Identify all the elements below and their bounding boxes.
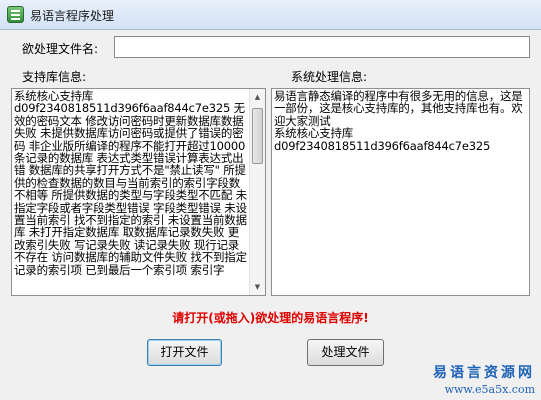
status-message: 请打开(或拖入)欲处理的易语言程序! bbox=[172, 311, 369, 325]
filename-input[interactable] bbox=[114, 36, 530, 58]
title-bar[interactable]: 易语言程序处理 bbox=[0, 0, 541, 30]
scroll-up-icon[interactable]: ▲ bbox=[250, 89, 265, 105]
watermark: 易语言资源网 www.e5a5x.com bbox=[433, 362, 535, 396]
support-lib-text: 系统核心支持库 d09f2340818511d396f6aaf844c7e325… bbox=[14, 89, 247, 277]
scroll-down-icon[interactable]: ▼ bbox=[250, 279, 265, 295]
support-lib-scrollbar[interactable]: ▲ ▼ bbox=[249, 89, 265, 295]
system-info-label: 系统处理信息: bbox=[291, 70, 368, 84]
window-title: 易语言程序处理 bbox=[30, 9, 115, 23]
support-lib-textbox[interactable]: 系统核心支持库 d09f2340818511d396f6aaf844c7e325… bbox=[11, 88, 266, 296]
open-file-button[interactable]: 打开文件 bbox=[147, 339, 222, 366]
filename-label: 欲处理文件名: bbox=[22, 42, 99, 56]
system-info-text: 易语言静态编译的程序中有很多无用的信息，这是一部份，这是核心支持库的，其他支持库… bbox=[274, 89, 523, 153]
process-file-button[interactable]: 处理文件 bbox=[307, 339, 384, 366]
support-lib-label: 支持库信息: bbox=[22, 70, 87, 84]
system-info-textbox[interactable]: 易语言静态编译的程序中有很多无用的信息，这是一部份，这是核心支持库的，其他支持库… bbox=[271, 88, 530, 296]
scroll-thumb[interactable] bbox=[252, 108, 263, 164]
watermark-name: 易语言资源网 bbox=[433, 365, 535, 381]
watermark-url: www.e5a5x.com bbox=[444, 383, 535, 396]
app-icon bbox=[7, 6, 24, 23]
